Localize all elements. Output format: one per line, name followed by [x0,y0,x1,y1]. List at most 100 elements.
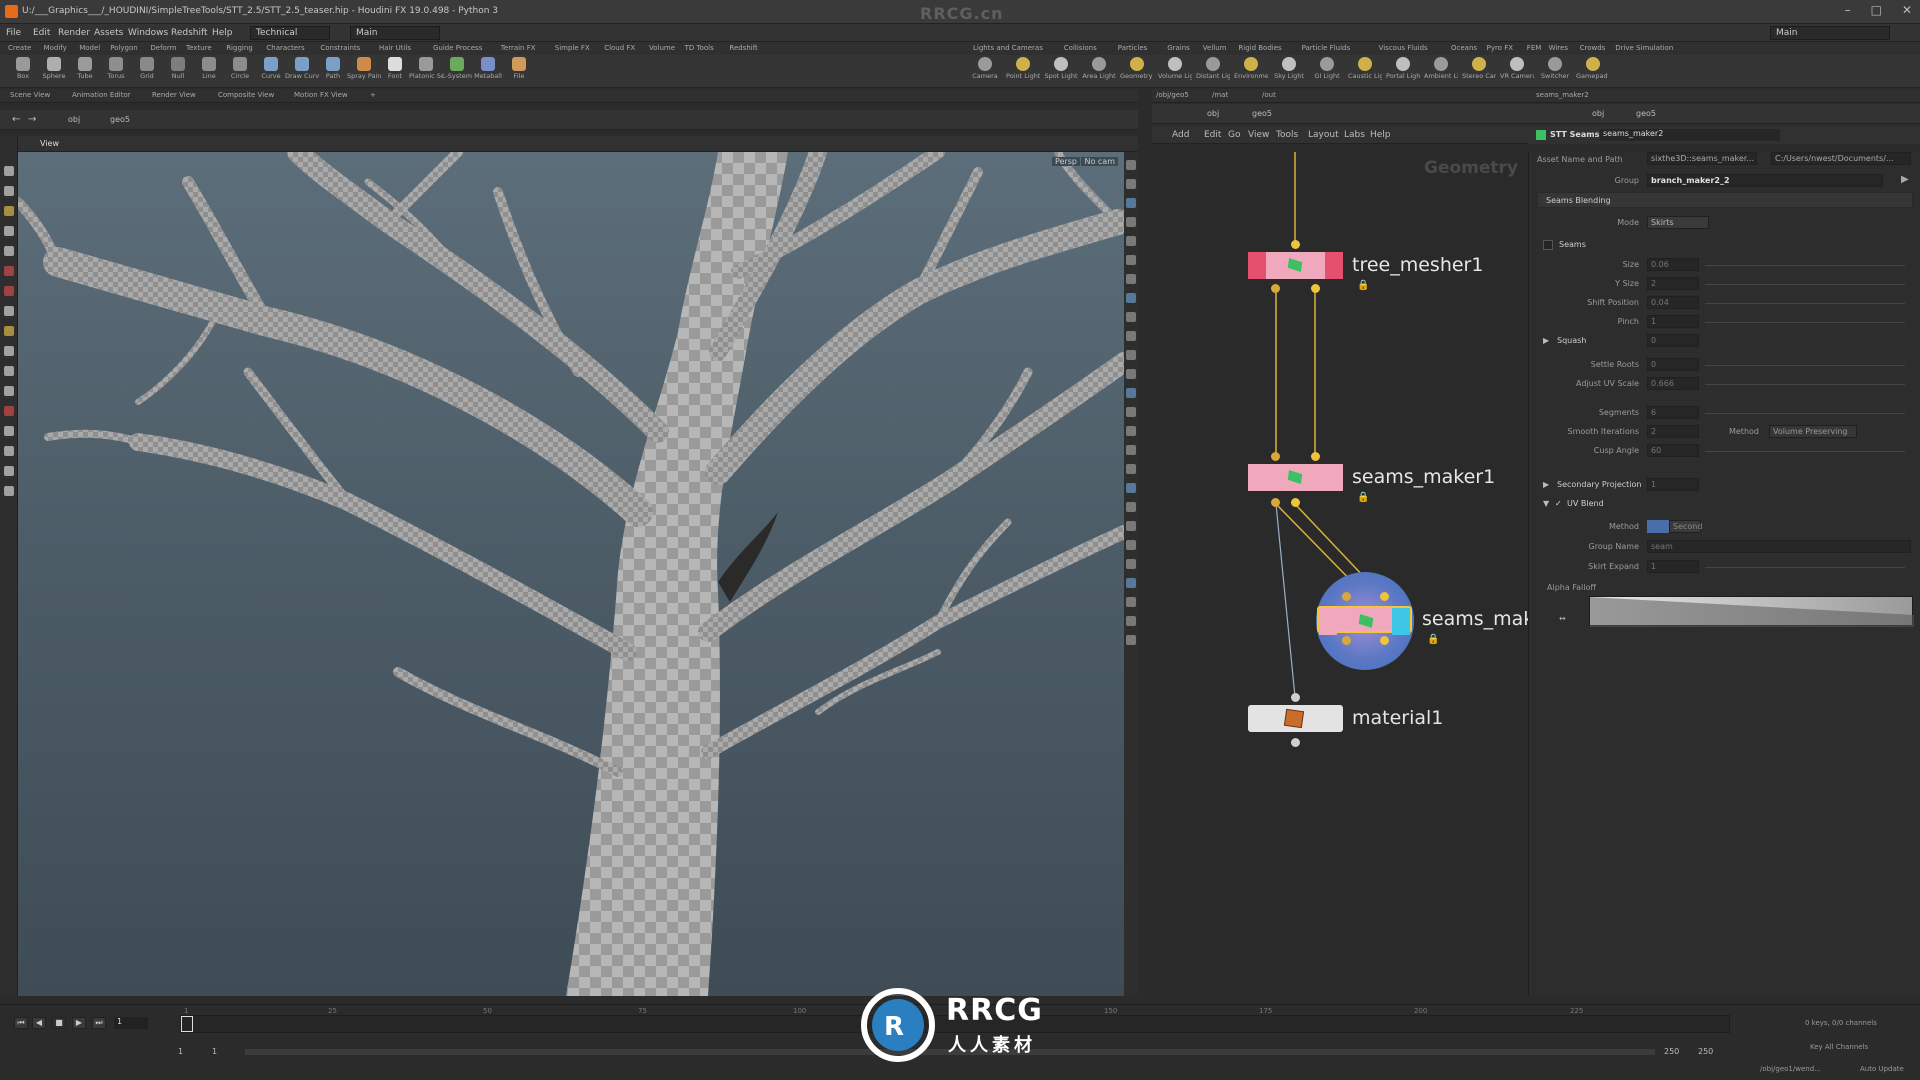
shelf-tool[interactable]: Camera [968,57,1002,80]
start-frame[interactable]: 1 [178,1047,183,1056]
node-label-seams-maker1[interactable]: seams_maker1 [1352,466,1495,488]
shelf-tool[interactable]: Metaball [471,57,505,80]
arrow-select-icon[interactable]: ▶ [1901,174,1909,185]
end-frame-2[interactable]: 250 [1698,1047,1713,1056]
squash-field[interactable]: 0 [1647,334,1699,347]
shelf-tool[interactable]: Sphere [37,57,71,80]
shelf-tool[interactable]: Spot Light [1044,57,1078,80]
viewport-tool-icon[interactable] [4,366,14,376]
output-connector[interactable] [1311,284,1320,293]
group-name-field[interactable]: seam [1647,540,1911,553]
path-geo5[interactable]: geo5 [110,115,130,124]
seams-checkbox[interactable] [1543,240,1553,250]
adjust-uv-scale-field[interactable]: 0.666 [1647,377,1699,390]
display-option-icon[interactable] [1126,198,1136,208]
shelf-tool[interactable]: Platonic Solids [409,57,443,80]
input-connector[interactable] [1291,240,1300,249]
shelf-tool[interactable]: Tube [68,57,102,80]
path-obj[interactable]: obj [68,115,80,124]
go-start-button[interactable]: ⏮ [14,1017,28,1029]
shelf-tool[interactable]: L-System [440,57,474,80]
shelf-tab[interactable]: Viscous Fluids [1379,44,1428,52]
viewport-tool-icon[interactable] [4,186,14,196]
tab-seams-maker2[interactable]: seams_maker2 [1536,91,1589,99]
menu-edit[interactable]: Edit [33,28,50,38]
display-option-icon[interactable] [1126,293,1136,303]
asset-path-field[interactable]: C:/Users/nwest/Documents/... [1771,152,1911,165]
output-connector[interactable] [1271,498,1280,507]
display-option-icon[interactable] [1126,236,1136,246]
node-label-seams-maker2[interactable]: seams_mak [1422,608,1528,630]
shelf-tab[interactable]: Constraints [320,44,360,52]
skirt-expand-field[interactable]: 1 [1647,560,1699,573]
secondary-expand-icon[interactable]: ▶ [1543,480,1549,489]
display-option-icon[interactable] [1126,369,1136,379]
display-option-icon[interactable] [1126,483,1136,493]
viewport-tool-icon[interactable] [4,486,14,496]
input-connector[interactable] [1291,693,1300,702]
display-option-icon[interactable] [1126,502,1136,512]
close-icon[interactable]: ✕ [1902,3,1912,17]
viewport-tool-icon[interactable] [4,346,14,356]
ramp-interp-icon[interactable]: ↔ [1559,614,1566,623]
input-connector[interactable] [1342,592,1351,601]
shelf-tab[interactable]: Collisions [1064,44,1097,52]
shelf-tool[interactable]: File [502,57,536,80]
scene-viewport[interactable]: Persp No cam [18,152,1124,996]
step-back-button[interactable]: ◀ [32,1017,46,1029]
viewport-tool-icon[interactable] [4,406,14,416]
display-option-icon[interactable] [1126,407,1136,417]
shelf-tab[interactable]: Create [8,44,31,52]
display-option-icon[interactable] [1126,217,1136,227]
display-option-icon[interactable] [1126,521,1136,531]
menu-assets[interactable]: Assets [94,28,123,38]
desktop-select[interactable]: Technical [250,26,330,40]
shelf-tool[interactable]: Path [316,57,350,80]
group-field[interactable]: branch_maker2_2 [1647,174,1883,187]
viewport-tool-icon[interactable] [4,226,14,236]
net-path-geo5[interactable]: geo5 [1252,109,1272,118]
shift-position-slider[interactable] [1705,303,1905,304]
shelf-tab[interactable]: Oceans [1451,44,1477,52]
pinch-field[interactable]: 1 [1647,315,1699,328]
display-option-icon[interactable] [1126,464,1136,474]
smooth-method-dropdown[interactable]: Volume Preserving [1769,425,1857,438]
shelf-tool[interactable]: Area Light [1082,57,1116,80]
stop-button[interactable]: ■ [52,1017,66,1029]
menu-help[interactable]: Help [212,28,233,38]
asset-name-field[interactable]: sixthe3D::seams_maker... [1647,152,1757,165]
output-connector[interactable] [1291,738,1300,747]
auto-update-button[interactable]: Auto Update [1860,1065,1904,1073]
params-path-obj[interactable]: obj [1592,109,1604,118]
shelf-tool[interactable]: Volume Light [1158,57,1192,80]
node-display-flag[interactable] [1392,608,1410,635]
shelf-tab[interactable]: Crowds [1580,44,1606,52]
shelf-tab[interactable]: Particles [1118,44,1148,52]
display-option-icon[interactable] [1126,616,1136,626]
skirt-expand-slider[interactable] [1705,567,1905,568]
display-option-icon[interactable] [1126,160,1136,170]
shelf-tab[interactable]: Cloud FX [604,44,635,52]
shelf-tab[interactable]: TD Tools [685,44,714,52]
shelf-tab[interactable]: Wires [1549,44,1568,52]
shelf-tool[interactable]: Switcher [1538,57,1572,80]
shift-position-field[interactable]: 0.04 [1647,296,1699,309]
play-button[interactable]: ▶ [72,1017,86,1029]
view-label[interactable]: View [40,139,59,148]
shelf-tool[interactable]: Draw Curve [285,57,319,80]
viewport-tool-icon[interactable] [4,246,14,256]
viewport-tool-icon[interactable] [4,166,14,176]
display-option-icon[interactable] [1126,578,1136,588]
cusp-angle-field[interactable]: 60 [1647,444,1699,457]
output-connector[interactable] [1380,636,1389,645]
net-menu-edit[interactable]: Edit [1204,130,1221,140]
viewport-tool-icon[interactable] [4,426,14,436]
add-tab-icon[interactable]: + [370,91,376,99]
uv-blend-collapse-icon[interactable]: ▼ [1543,499,1549,508]
shelf-tool[interactable]: Circle [223,57,257,80]
net-path-obj[interactable]: obj [1207,109,1219,118]
shelf-tool[interactable]: VR Camera [1500,57,1534,80]
shelf-tool[interactable]: Stereo Camera [1462,57,1496,80]
shelf-tab[interactable]: Terrain FX [501,44,536,52]
shelf-tool[interactable]: Box [6,57,40,80]
